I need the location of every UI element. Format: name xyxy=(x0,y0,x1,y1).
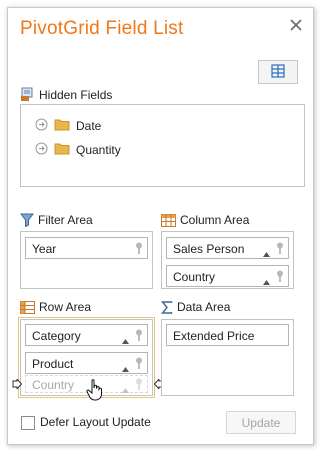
field-country[interactable]: Country xyxy=(166,265,289,287)
field-extended-price[interactable]: Extended Price xyxy=(166,324,289,346)
pin-icon[interactable] xyxy=(135,357,143,372)
layout-button[interactable] xyxy=(258,60,298,84)
table-row-icon xyxy=(20,300,35,314)
filter-icon xyxy=(20,213,34,227)
field-label: Year xyxy=(32,242,57,256)
field-product[interactable]: Product xyxy=(25,352,148,374)
pin-icon[interactable] xyxy=(135,242,143,257)
expand-circle-icon[interactable] xyxy=(35,118,48,134)
hidden-fields-list[interactable]: Date Quantity xyxy=(20,104,305,187)
field-category[interactable]: Category xyxy=(25,324,148,346)
field-list-dialog: PivotGrid Field List Hidden Fields Date … xyxy=(7,7,314,445)
data-area-box[interactable]: Extended Price xyxy=(161,319,294,396)
defer-layout-label[interactable]: Defer Layout Update xyxy=(40,415,151,429)
hidden-field-item-date[interactable]: Date xyxy=(35,118,101,134)
column-area-label: Column Area xyxy=(180,213,250,227)
field-label: Extended Price xyxy=(173,329,255,343)
sort-ascending-icon xyxy=(122,382,129,396)
pin-icon[interactable] xyxy=(135,329,143,344)
column-area-box[interactable]: Sales Person Country xyxy=(161,231,294,289)
hidden-field-item-quantity[interactable]: Quantity xyxy=(35,142,121,158)
sort-ascending-icon[interactable] xyxy=(263,274,270,288)
sigma-icon xyxy=(161,300,173,314)
close-icon[interactable] xyxy=(289,18,303,32)
field-label: Sales Person xyxy=(173,242,245,256)
row-area-label: Row Area xyxy=(39,300,92,314)
layout-grid-icon xyxy=(271,63,285,81)
field-year[interactable]: Year xyxy=(25,237,148,259)
expand-circle-icon[interactable] xyxy=(35,142,48,158)
folder-icon xyxy=(54,118,70,134)
field-sales-person[interactable]: Sales Person xyxy=(166,237,289,259)
field-label: Product xyxy=(32,357,74,371)
sort-ascending-icon[interactable] xyxy=(263,246,270,260)
folder-icon xyxy=(54,142,70,158)
column-area-header: Column Area xyxy=(161,213,249,227)
dialog-title: PivotGrid Field List xyxy=(20,18,184,39)
hidden-fields-header: Hidden Fields xyxy=(20,87,112,102)
filter-area-box[interactable]: Year xyxy=(20,231,153,289)
hidden-fields-label: Hidden Fields xyxy=(39,87,113,102)
sort-ascending-icon[interactable] xyxy=(122,333,129,347)
drop-indicator-left-icon xyxy=(12,377,23,392)
hidden-field-label: Quantity xyxy=(76,143,121,157)
pin-icon[interactable] xyxy=(276,270,284,285)
data-area-header: Data Area xyxy=(161,300,230,314)
sort-ascending-icon[interactable] xyxy=(122,361,129,375)
field-label: Category xyxy=(32,329,81,343)
hidden-fields-icon xyxy=(20,87,35,102)
filter-area-header: Filter Area xyxy=(20,213,93,227)
field-label: Country xyxy=(173,270,216,284)
pin-icon[interactable] xyxy=(276,242,284,257)
hand-cursor-icon xyxy=(86,379,104,404)
row-area-header: Row Area xyxy=(20,300,91,314)
filter-area-label: Filter Area xyxy=(38,213,93,227)
pin-icon xyxy=(135,378,143,393)
field-label: Country xyxy=(32,378,75,392)
data-area-label: Data Area xyxy=(177,300,231,314)
update-button[interactable]: Update xyxy=(226,411,296,434)
table-column-icon xyxy=(161,213,176,227)
hidden-field-label: Date xyxy=(76,119,102,133)
defer-layout-checkbox[interactable] xyxy=(21,416,35,430)
